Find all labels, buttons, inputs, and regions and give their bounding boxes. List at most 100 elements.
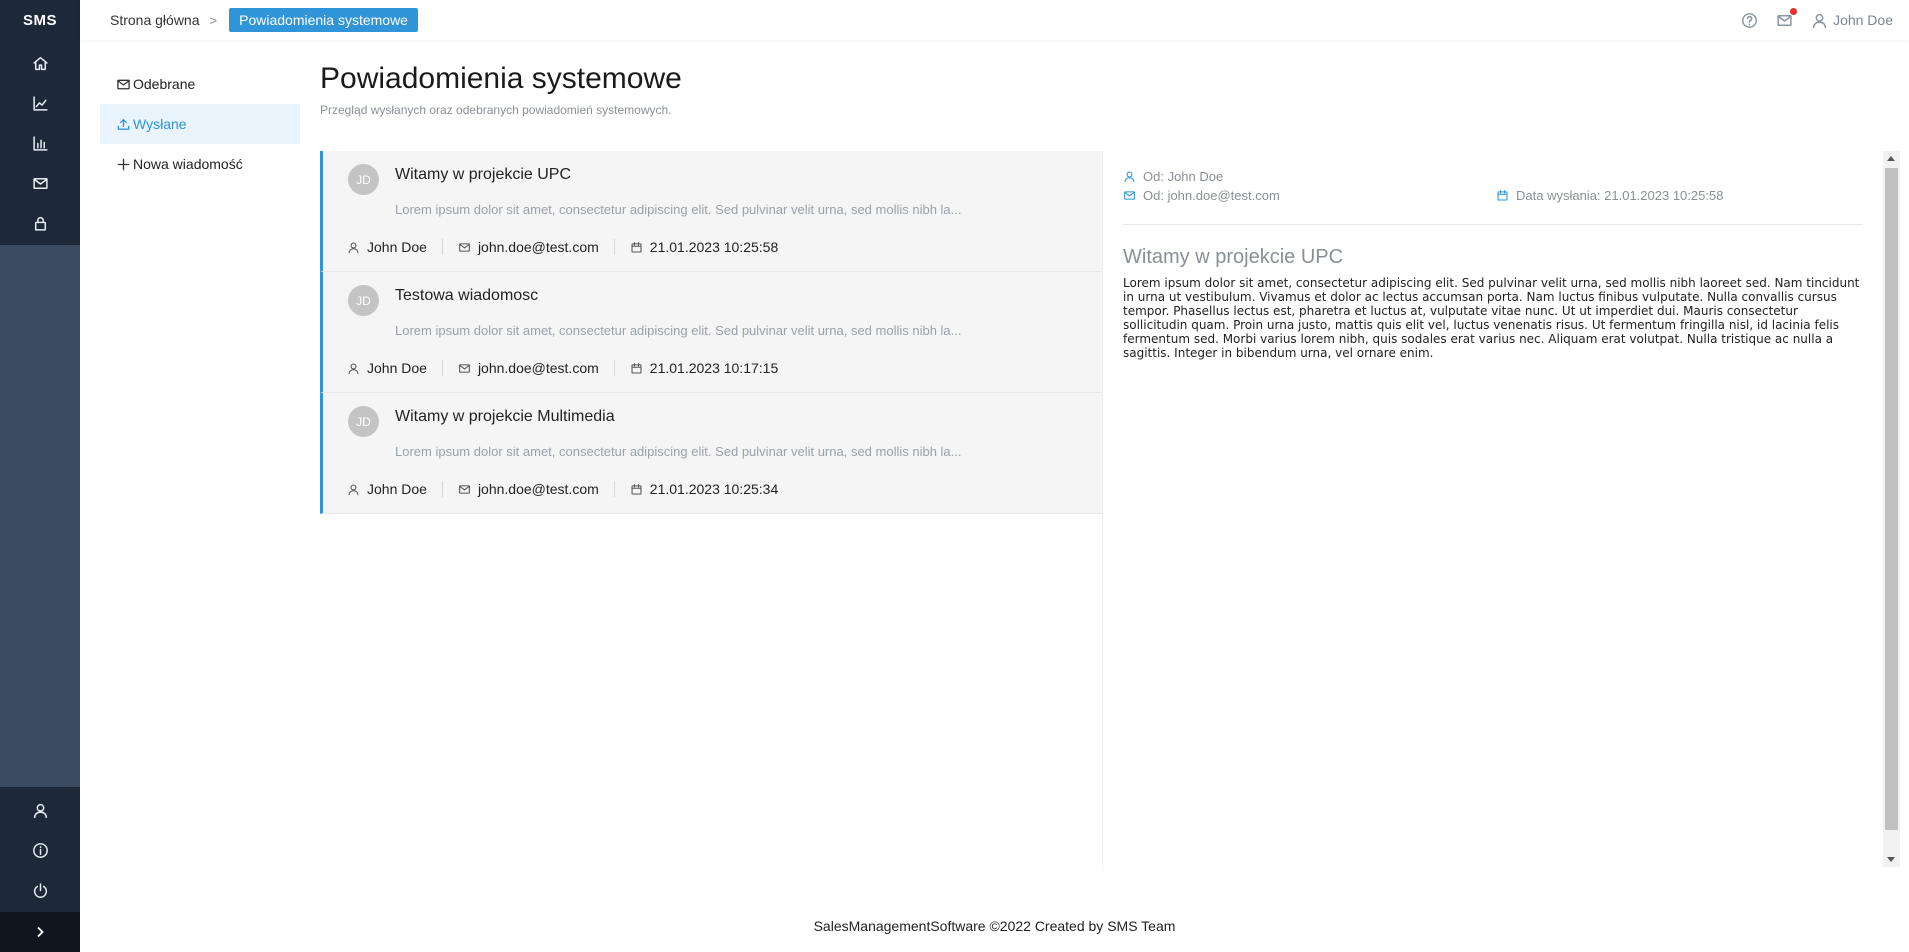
- message-preview: Lorem ipsum dolor sit amet, consectetur …: [395, 202, 962, 217]
- calendar-icon: [631, 362, 642, 373]
- user-icon: [1124, 171, 1135, 183]
- notification-badge: [1790, 7, 1798, 15]
- meta-divider: [613, 239, 615, 255]
- page-title: Powiadomienia systemowe: [320, 62, 682, 95]
- message-item[interactable]: JD Witamy w projekcie Multimedia Lorem i…: [320, 393, 1102, 514]
- message-date-value: 21.01.2023 10:25:34: [649, 481, 779, 497]
- calendar-icon: [631, 241, 642, 252]
- meta-divider: [613, 481, 615, 497]
- message-date-value: 21.01.2023 10:25:58: [649, 239, 779, 255]
- submenu-item-new-message[interactable]: Nowa wiadomość: [100, 144, 300, 184]
- header-actions: John Doe: [1741, 0, 1893, 40]
- user-icon: [348, 484, 359, 495]
- message-email-address: john.doe@test.com: [477, 239, 599, 255]
- upload-icon: [117, 118, 130, 130]
- message-author: John Doe: [347, 239, 427, 255]
- message-date: 21.01.2023 10:25:58: [630, 239, 778, 255]
- mail-icon: [459, 363, 470, 373]
- submenu-item-received[interactable]: Odebrane: [100, 64, 300, 104]
- help-icon[interactable]: [1741, 12, 1758, 29]
- mail-icon[interactable]: [0, 163, 80, 203]
- submenu-item-label: Wysłane: [133, 116, 187, 132]
- mail-icon: [459, 484, 470, 494]
- message-item[interactable]: JD Witamy w projekcie UPC Lorem ipsum do…: [320, 151, 1102, 272]
- user-icon: [348, 242, 359, 253]
- top-header: Strona główna > Powiadomienia systemowe …: [80, 0, 1909, 40]
- message-preview: Lorem ipsum dolor sit amet, consectetur …: [395, 323, 962, 338]
- meta-divider: [613, 360, 615, 376]
- message-author-name: John Doe: [367, 481, 427, 497]
- user-name: John Doe: [1833, 12, 1893, 28]
- message-list: JD Witamy w projekcie UPC Lorem ipsum do…: [320, 151, 1102, 514]
- avatar: JD: [348, 285, 379, 316]
- line-chart-icon[interactable]: [0, 83, 80, 123]
- lock-icon[interactable]: [0, 203, 80, 243]
- info-icon[interactable]: [0, 830, 80, 870]
- sidebar: SMS: [0, 0, 80, 952]
- page-subtitle: Przegląd wysłanych oraz odebranych powia…: [320, 103, 672, 117]
- message-email: john.doe@test.com: [458, 360, 599, 376]
- scroll-thumb[interactable]: [1885, 168, 1898, 830]
- user-menu[interactable]: John Doe: [1811, 12, 1893, 29]
- message-email-address: john.doe@test.com: [477, 360, 599, 376]
- user-icon: [348, 363, 359, 374]
- footer: SalesManagementSoftware ©2022 Created by…: [813, 918, 1176, 934]
- sidebar-bottom: [0, 787, 80, 912]
- message-email-address: john.doe@test.com: [477, 481, 599, 497]
- message-author: John Doe: [347, 481, 427, 497]
- message-title: Witamy w projekcie Multimedia: [395, 408, 615, 425]
- scroll-up-icon[interactable]: [1887, 156, 1895, 161]
- detail-from-name-text: Od: John Doe: [1143, 169, 1224, 184]
- calendar-icon: [631, 483, 642, 494]
- message-preview: Lorem ipsum dolor sit amet, consectetur …: [395, 444, 962, 459]
- detail-divider: [1123, 224, 1863, 225]
- submenu-item-label: Nowa wiadomość: [133, 156, 243, 172]
- notifications-submenu: Odebrane Wysłane Nowa wiadomość: [100, 64, 300, 184]
- message-email: john.doe@test.com: [458, 239, 599, 255]
- notifications-button[interactable]: [1776, 7, 1798, 29]
- sidebar-expand-button[interactable]: [0, 912, 80, 952]
- message-title: Testowa wiadomosc: [395, 287, 539, 304]
- breadcrumb-current: Powiadomienia systemowe: [229, 8, 418, 32]
- app-logo[interactable]: SMS: [0, 0, 80, 40]
- detail-scrollbar[interactable]: [1883, 151, 1900, 867]
- avatar: JD: [348, 406, 379, 437]
- user-icon: [1812, 13, 1827, 28]
- sidebar-top: SMS: [0, 0, 80, 245]
- chevron-right-icon: [37, 926, 44, 938]
- meta-divider: [441, 481, 443, 497]
- message-meta: John Doe john.doe@test.com 21.01.2023 10…: [347, 481, 778, 497]
- message-meta: John Doe john.doe@test.com 21.01.2023 10…: [347, 239, 778, 255]
- user-icon[interactable]: [0, 790, 80, 830]
- mail-icon: [1124, 191, 1135, 200]
- breadcrumb-separator: >: [209, 12, 218, 28]
- message-title: Witamy w projekcie UPC: [395, 166, 572, 183]
- message-meta: John Doe john.doe@test.com 21.01.2023 10…: [347, 360, 778, 376]
- meta-divider: [441, 360, 443, 376]
- breadcrumb-home[interactable]: Strona główna: [110, 12, 200, 28]
- meta-divider: [441, 239, 443, 255]
- detail-title: Witamy w projekcie UPC: [1123, 246, 1344, 268]
- bar-chart-icon[interactable]: [0, 123, 80, 163]
- detail-body: Lorem ipsum dolor sit amet, consectetur …: [1123, 276, 1860, 360]
- avatar: JD: [348, 164, 379, 195]
- message-email: john.doe@test.com: [458, 481, 599, 497]
- scroll-down-icon[interactable]: [1887, 857, 1895, 862]
- detail-from-name: Od: John Doe: [1123, 169, 1223, 184]
- mail-icon: [459, 242, 470, 252]
- message-author-name: John Doe: [367, 239, 427, 255]
- submenu-item-sent[interactable]: Wysłane: [100, 104, 300, 144]
- home-icon[interactable]: [0, 43, 80, 83]
- plus-icon: [117, 158, 130, 170]
- inbox-icon: [117, 79, 130, 89]
- message-author-name: John Doe: [367, 360, 427, 376]
- message-author: John Doe: [347, 360, 427, 376]
- submenu-item-label: Odebrane: [133, 76, 196, 92]
- detail-from-email: Od: john.doe@test.com: [1123, 188, 1280, 203]
- message-date: 21.01.2023 10:25:34: [630, 481, 778, 497]
- detail-sent-date: Data wysłania: 21.01.2023 10:25:58: [1496, 188, 1723, 203]
- power-icon[interactable]: [0, 870, 80, 910]
- message-detail: Od: John Doe Od: john.doe@test.com Data …: [1102, 151, 1883, 867]
- message-item[interactable]: JD Testowa wiadomosc Lorem ipsum dolor s…: [320, 272, 1102, 393]
- message-date: 21.01.2023 10:17:15: [630, 360, 778, 376]
